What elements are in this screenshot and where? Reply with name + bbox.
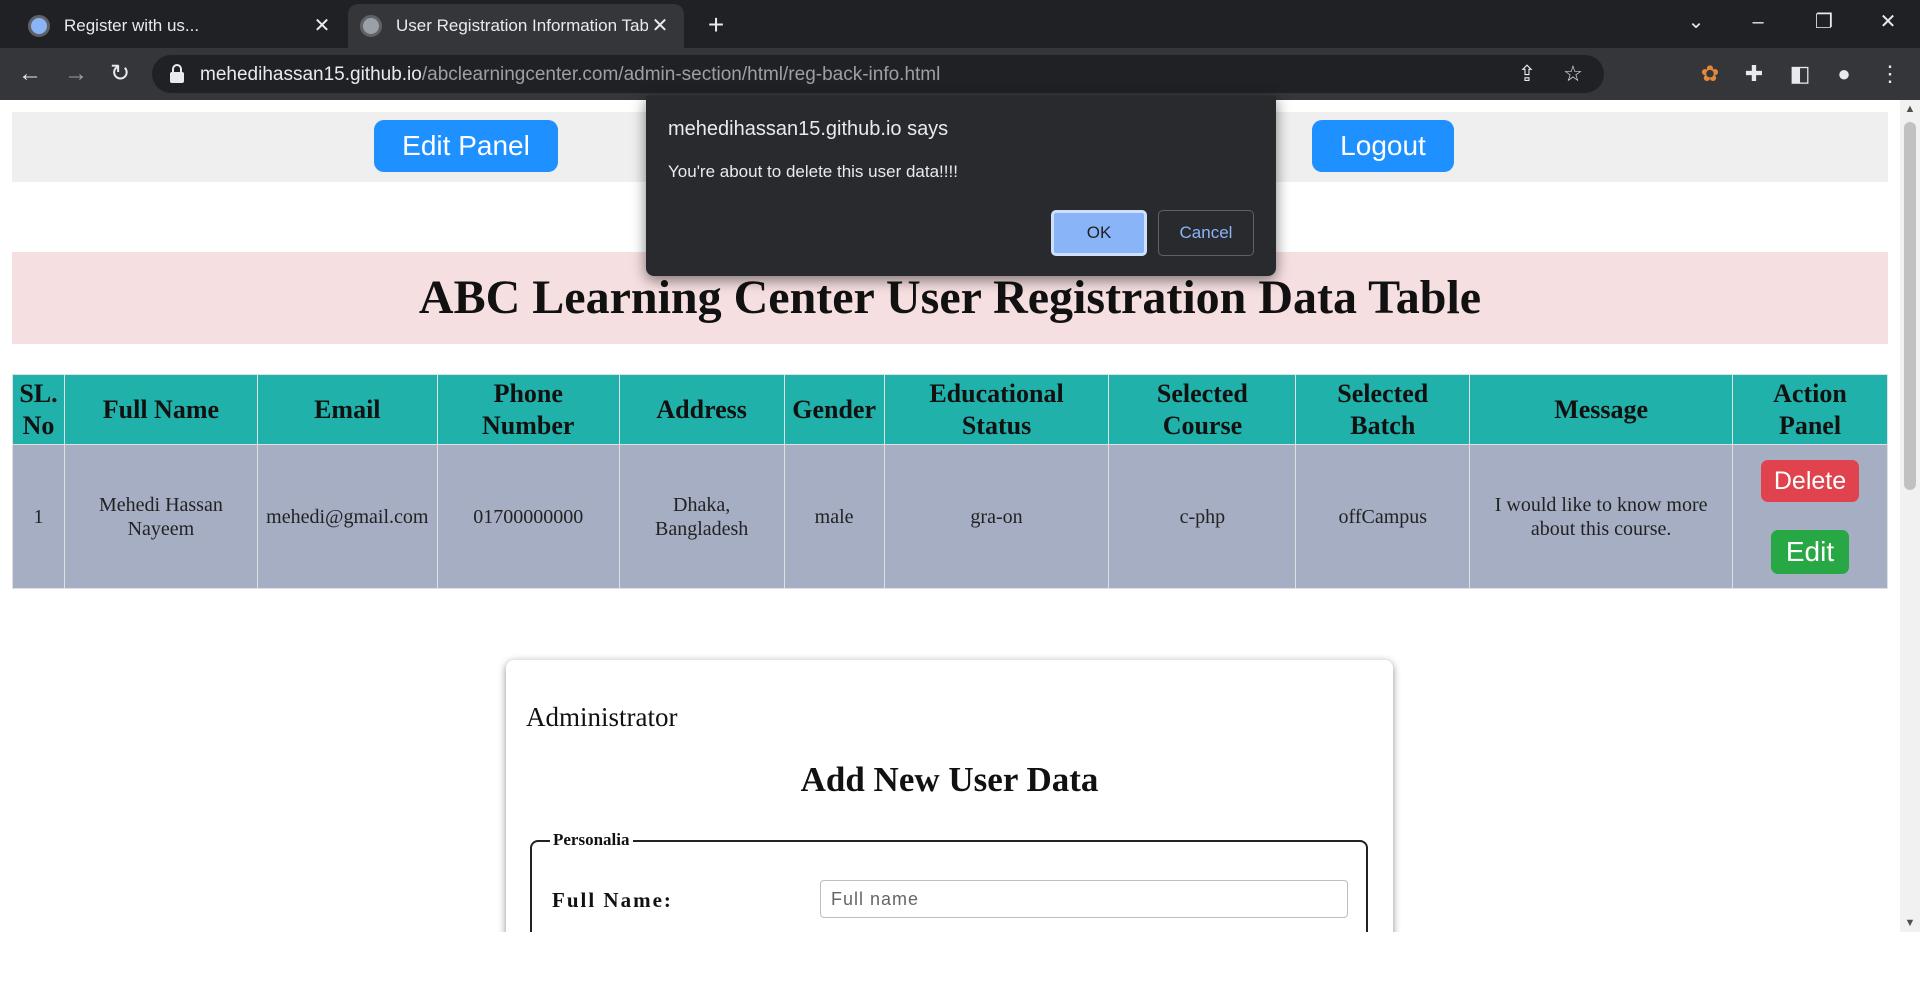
- fieldset-legend: Personalia: [550, 830, 633, 850]
- page-scrollbar[interactable]: ▲ ▼: [1900, 100, 1920, 932]
- administrator-label: Administrator: [526, 702, 678, 732]
- tab-title: Register with us...: [64, 16, 200, 35]
- browser-toolbar: ← → ↻ mehedihassan15.github.io/abclearni…: [0, 48, 1920, 100]
- new-tab-plus-icon[interactable]: +: [700, 10, 732, 42]
- forward-arrow-icon[interactable]: →: [60, 58, 92, 90]
- full-name-input[interactable]: [820, 880, 1348, 918]
- tab-user-registration[interactable]: User Registration Information Tab ✕: [348, 4, 684, 48]
- column-header-batch: Selected Batch: [1295, 374, 1471, 445]
- extensions-puzzle-icon[interactable]: ✚: [1740, 60, 1768, 88]
- globe-favicon-icon: [28, 15, 50, 37]
- logout-button[interactable]: Logout: [1312, 120, 1454, 172]
- menu-kebab-icon[interactable]: ⋮: [1876, 60, 1904, 88]
- delete-button[interactable]: Delete: [1761, 459, 1859, 502]
- back-arrow-icon[interactable]: ←: [14, 58, 46, 90]
- bookmark-star-icon[interactable]: ☆: [1560, 61, 1586, 87]
- alert-dialog: mehedihassan15.github.io says You're abo…: [646, 96, 1276, 276]
- cell-sl: 1: [12, 444, 65, 589]
- table-header-row: SL. No Full Name Email Phone Number Addres…: [12, 374, 1888, 445]
- tab-register[interactable]: Register with us... ✕: [16, 4, 346, 48]
- column-header-course: Selected Course: [1108, 374, 1297, 445]
- column-header-address: Address: [618, 374, 785, 445]
- profile-avatar-icon[interactable]: ●: [1830, 60, 1858, 88]
- add-user-card: Administrator Add New User Data Personal…: [506, 660, 1393, 932]
- blank-area: [0, 932, 1920, 1007]
- cell-gender: male: [783, 444, 885, 589]
- restore-icon[interactable]: ❐: [1804, 6, 1844, 38]
- reload-icon[interactable]: ↻: [104, 58, 136, 90]
- tab-title: User Registration Information Tab: [396, 16, 648, 35]
- cell-education: gra-on: [883, 444, 1110, 589]
- url-host: mehedihassan15.github.io: [200, 64, 422, 85]
- url-path: /abclearningcenter.com/admin-section/htm…: [421, 64, 941, 85]
- full-name-label: Full Name:: [552, 888, 673, 912]
- column-header-gender: Gender: [783, 374, 885, 445]
- registration-data-table: SL. No Full Name Email Phone Number Addres…: [12, 374, 1888, 589]
- cookie-extension-icon[interactable]: ✿: [1696, 60, 1724, 88]
- lock-icon: [170, 64, 184, 83]
- cancel-button[interactable]: Cancel: [1158, 210, 1254, 256]
- column-header-phone: Phone Number: [436, 374, 620, 445]
- scroll-down-arrow-icon[interactable]: ▼: [1900, 914, 1920, 932]
- form-title: Add New User Data: [800, 760, 1099, 799]
- cell-address: Dhaka, Bangladesh: [618, 444, 785, 589]
- dialog-title: mehedihassan15.github.io says: [668, 118, 949, 140]
- column-header-sl: SL. No: [12, 374, 65, 445]
- dialog-message: You're about to delete this user data!!!…: [668, 162, 958, 181]
- column-header-message: Message: [1469, 374, 1733, 445]
- cell-full-name: Mehedi Hassan Nayeem: [63, 444, 258, 589]
- scroll-up-arrow-icon[interactable]: ▲: [1900, 100, 1920, 118]
- url-text: mehedihassan15.github.io/abclearningcent…: [200, 64, 940, 86]
- column-header-full-name: Full Name: [63, 374, 258, 445]
- ok-button[interactable]: OK: [1051, 210, 1147, 256]
- table-row: 1 Mehedi Hassan Nayeem mehedi@gmail.com 0…: [12, 444, 1888, 589]
- window-close-icon[interactable]: ✕: [1868, 6, 1908, 38]
- edit-button[interactable]: Edit: [1771, 529, 1849, 574]
- browser-tab-bar: Register with us... ✕ User Registration …: [0, 0, 1920, 48]
- cell-action: Delete Edit: [1732, 444, 1888, 589]
- cell-phone: 01700000000: [436, 444, 620, 589]
- share-icon[interactable]: ⇪: [1514, 61, 1540, 87]
- edit-panel-button[interactable]: Edit Panel: [374, 120, 558, 172]
- cell-course: c-php: [1108, 444, 1297, 589]
- personalia-fieldset: Personalia Full Name:: [530, 830, 1368, 932]
- address-bar[interactable]: mehedihassan15.github.io/abclearningcent…: [152, 55, 1604, 93]
- globe-favicon-icon: [360, 15, 382, 37]
- side-panel-icon[interactable]: ◧: [1786, 60, 1814, 88]
- scroll-thumb[interactable]: [1904, 122, 1916, 490]
- tab-search-chevron-icon[interactable]: ⌄: [1676, 6, 1716, 38]
- cell-email: mehedi@gmail.com: [256, 444, 438, 589]
- column-header-email: Email: [256, 374, 438, 445]
- column-header-action: Action Panel: [1732, 374, 1888, 445]
- close-icon[interactable]: ✕: [648, 14, 672, 38]
- column-header-education: Educational Status: [883, 374, 1110, 445]
- minimize-icon[interactable]: –: [1738, 6, 1778, 38]
- cell-batch: offCampus: [1295, 444, 1471, 589]
- close-icon[interactable]: ✕: [310, 14, 334, 38]
- cell-message: I would like to know more about this cour…: [1469, 444, 1733, 589]
